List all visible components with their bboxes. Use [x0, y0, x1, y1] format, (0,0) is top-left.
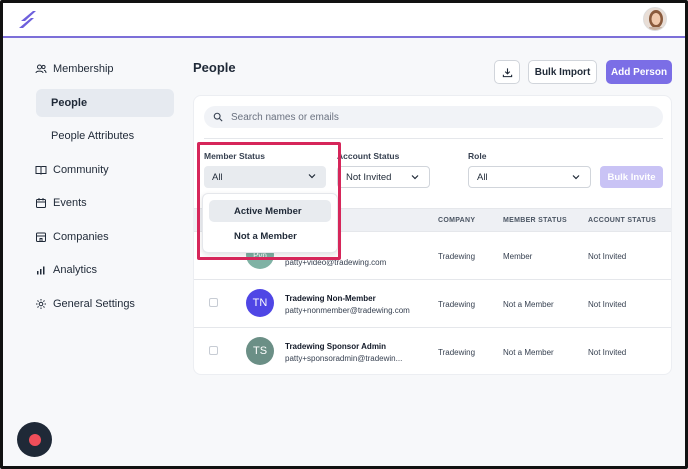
column-header-account-status[interactable]: ACCOUNT STATUS	[588, 217, 656, 224]
search-input[interactable]: Search names or emails	[204, 106, 663, 128]
chevron-down-icon	[572, 175, 580, 180]
sidebar-item-label: Analytics	[53, 264, 98, 276]
record-icon	[28, 433, 41, 446]
column-header-company[interactable]: COMPANY	[438, 217, 475, 224]
person-email: patty+nonmember@tradewing.com	[285, 306, 410, 315]
sidebar-item-community[interactable]: Community	[31, 156, 181, 184]
role-label: Role	[468, 151, 487, 161]
account-status-cell: Not Invited	[588, 252, 627, 261]
table-row[interactable]: TN Tradewing Non-Member patty+nonmember@…	[194, 280, 671, 328]
person-name[interactable]: Tradewing Non-Member	[285, 294, 376, 303]
sidebar-item-label: Events	[53, 197, 87, 209]
download-icon	[502, 67, 512, 77]
account-status-cell: Not Invited	[588, 348, 627, 357]
company-cell: Tradewing	[438, 300, 476, 309]
divider	[204, 138, 663, 139]
sidebar-item-label: People	[51, 96, 88, 109]
top-bar	[3, 3, 685, 38]
person-email: patty+sponsoradmin@tradewin...	[285, 354, 403, 363]
page-title: People	[193, 60, 236, 75]
account-status-value: Not Invited	[346, 171, 392, 183]
sidebar-item-label: Membership	[53, 63, 114, 75]
sidebar-item-events[interactable]: Events	[31, 189, 181, 217]
users-icon	[35, 63, 47, 75]
account-status-label: Account Status	[337, 151, 400, 161]
row-checkbox[interactable]	[209, 298, 218, 307]
sidebar-item-general-settings[interactable]: General Settings	[31, 290, 181, 318]
sidebar-item-label: People Attributes	[51, 130, 135, 142]
table-row[interactable]: TS Tradewing Sponsor Admin patty+sponsor…	[194, 328, 671, 376]
download-button[interactable]	[494, 60, 520, 84]
sidebar-item-companies[interactable]: Companies	[31, 223, 181, 251]
role-value: All	[477, 171, 488, 183]
search-placeholder: Search names or emails	[231, 111, 339, 123]
bulk-invite-button[interactable]: Bulk Invite	[600, 166, 663, 188]
column-header-member-status[interactable]: MEMBER STATUS	[503, 217, 567, 224]
annotation-highlight-box	[197, 142, 341, 260]
bulk-import-button[interactable]: Bulk Import	[528, 60, 597, 84]
person-name[interactable]: Tradewing Sponsor Admin	[285, 342, 386, 351]
add-person-button[interactable]: Add Person	[606, 60, 672, 84]
company-cell: Tradewing	[438, 348, 476, 357]
account-status-cell: Not Invited	[588, 300, 627, 309]
record-button[interactable]	[17, 422, 52, 457]
account-status-select[interactable]: Not Invited	[337, 166, 430, 188]
sidebar-item-membership[interactable]: Membership	[31, 55, 181, 83]
row-checkbox[interactable]	[209, 346, 218, 355]
company-cell: Tradewing	[438, 252, 476, 261]
bar-chart-icon	[35, 264, 47, 276]
sidebar-item-label: Community	[53, 163, 109, 176]
sidebar-item-label: Companies	[53, 230, 109, 243]
role-select[interactable]: All	[468, 166, 591, 188]
building-icon	[35, 231, 47, 243]
sidebar-item-people-attributes[interactable]: People Attributes	[31, 122, 181, 150]
member-status-cell: Not a Member	[503, 300, 554, 309]
sidebar-item-label: General Settings	[53, 297, 135, 310]
sidebar: Membership People People Attributes Comm…	[31, 55, 181, 323]
member-status-cell: Not a Member	[503, 348, 554, 357]
gear-icon	[35, 298, 47, 310]
book-icon	[35, 164, 47, 176]
sidebar-item-people[interactable]: People	[36, 88, 174, 117]
logo-icon[interactable]	[17, 9, 41, 31]
app-window: Membership People People Attributes Comm…	[0, 0, 688, 469]
avatar: TN	[246, 289, 274, 317]
calendar-icon	[35, 197, 47, 209]
search-icon	[213, 112, 223, 122]
member-status-cell: Member	[503, 252, 533, 261]
user-avatar[interactable]	[643, 7, 667, 31]
avatar: TS	[246, 337, 274, 365]
sidebar-item-analytics[interactable]: Analytics	[31, 256, 181, 284]
chevron-down-icon	[411, 175, 419, 180]
